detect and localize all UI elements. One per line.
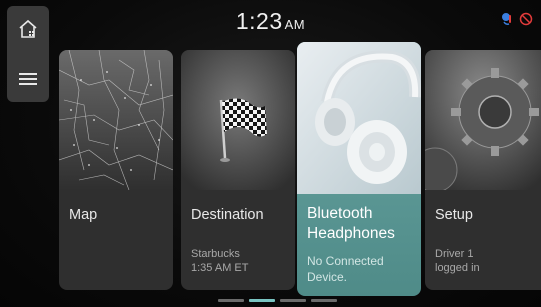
headphones-image <box>297 42 421 194</box>
map-card[interactable]: Map <box>59 50 173 290</box>
setup-title: Setup <box>435 207 473 223</box>
menu-icon <box>19 73 37 85</box>
setup-driver: Driver 1 <box>435 248 474 260</box>
page-dot[interactable] <box>311 299 337 302</box>
clock-time: 1:23 <box>235 8 283 34</box>
setup-card[interactable]: Setup Driver 1 logged in <box>425 50 541 290</box>
bluetooth-status-line2: Device. <box>307 270 348 284</box>
page-dot[interactable] <box>280 299 306 302</box>
bluetooth-title-line2: Headphones <box>307 225 395 242</box>
destination-card[interactable]: Destination Starbucks 1:35 AM ET <box>181 50 295 290</box>
bluetooth-card[interactable]: Bluetooth Headphones No Connected Device… <box>297 42 421 296</box>
destination-title: Destination <box>191 207 264 223</box>
destination-eta: 1:35 AM ET <box>191 262 249 274</box>
menu-button[interactable] <box>7 58 49 100</box>
setup-login-status: logged in <box>435 262 480 274</box>
destination-place: Starbucks <box>191 248 240 260</box>
page-dot[interactable] <box>218 299 244 302</box>
gears-image <box>425 50 541 190</box>
map-title: Map <box>69 207 98 223</box>
voice-assistant-icon <box>502 13 511 25</box>
map-image <box>59 50 173 190</box>
page-dot-active[interactable] <box>249 299 275 302</box>
status-icons <box>501 12 533 26</box>
checkered-flag-image <box>181 50 295 190</box>
clock: 1:23 AM <box>0 8 541 35</box>
clock-ampm: AM <box>284 17 306 32</box>
bluetooth-status-line1: No Connected <box>307 254 384 268</box>
mute-icon <box>519 12 533 26</box>
page-indicator <box>218 299 337 302</box>
home-screen: 1:23 AM Map Destination Starbucks 1:35 A… <box>0 0 541 307</box>
bluetooth-title: Bluetooth Headphones <box>307 204 413 244</box>
bluetooth-title-line1: Bluetooth <box>307 205 373 222</box>
